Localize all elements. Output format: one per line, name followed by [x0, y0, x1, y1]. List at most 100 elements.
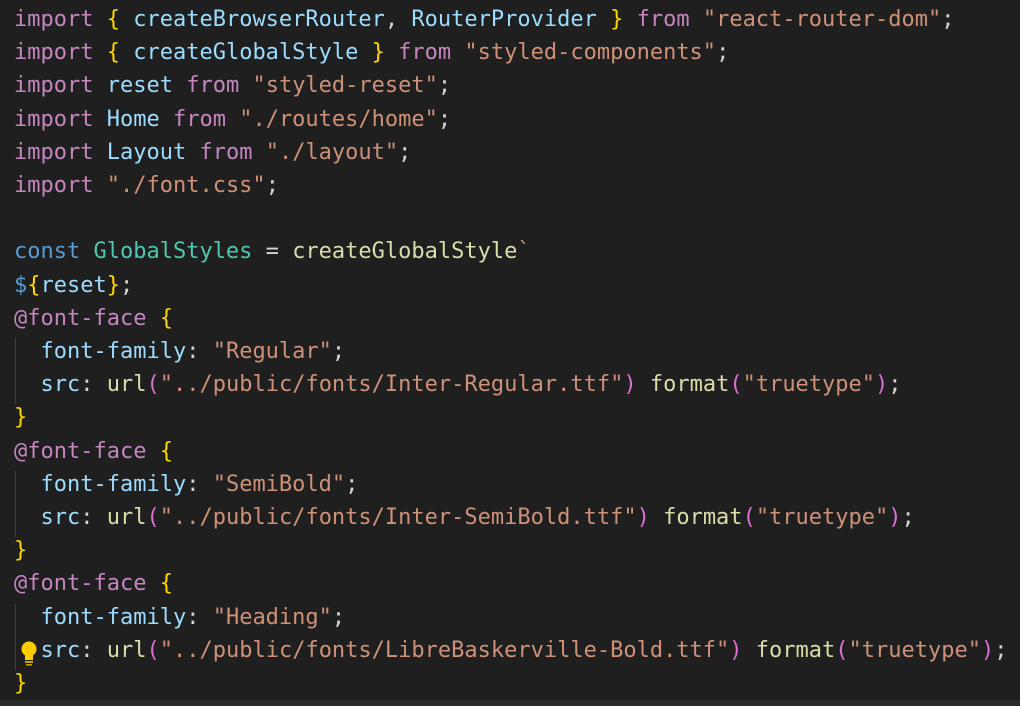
code-token: from: [199, 139, 253, 165]
code-token: reset: [40, 272, 107, 298]
code-line[interactable]: src: url("../public/fonts/LibreBaskervil…: [14, 634, 1008, 667]
code-token: "SemiBold": [212, 471, 346, 497]
horizontal-scrollbar[interactable]: [0, 700, 1020, 706]
code-token: import: [14, 106, 94, 132]
code-token: import: [14, 40, 94, 66]
code-line[interactable]: src: url("../public/fonts/Inter-Regular.…: [14, 368, 902, 401]
code-token: ;: [331, 604, 346, 630]
code-token: ): [875, 372, 889, 398]
code-token: }: [14, 405, 28, 431]
code-token: @font-face: [14, 305, 147, 331]
code-token: ): [729, 637, 743, 663]
code-token: (: [729, 372, 743, 398]
lightbulb-icon[interactable]: [17, 640, 41, 666]
code-token: (: [146, 637, 160, 663]
code-token: font-family: [40, 471, 187, 497]
code-token: format: [755, 637, 836, 663]
code-token: Layout: [106, 139, 187, 165]
code-token: ): [623, 372, 637, 398]
code-line[interactable]: @font-face {: [14, 567, 173, 600]
code-line[interactable]: }: [14, 667, 27, 700]
code-line[interactable]: src: url("../public/fonts/Inter-SemiBold…: [14, 501, 915, 534]
code-token: "truetype": [742, 372, 876, 398]
code-line[interactable]: import "./font.css";: [14, 169, 279, 202]
code-token: ): [888, 505, 902, 530]
code-token: import: [14, 73, 94, 99]
code-line[interactable]: const GlobalStyles = createGlobalStyle`: [14, 235, 531, 268]
code-token: }: [14, 671, 28, 696]
code-line[interactable]: import { createBrowserRouter, RouterProv…: [14, 3, 955, 36]
code-line[interactable]: }: [14, 401, 27, 434]
code-line[interactable]: ${reset};: [14, 269, 133, 302]
code-token: {: [159, 438, 173, 464]
code-token: url: [106, 637, 147, 663]
code-token: "./font.css": [106, 173, 266, 198]
code-token: ): [636, 505, 650, 530]
code-editor[interactable]: import { createBrowserRouter, RouterProv…: [0, 0, 1020, 706]
code-token: createBrowserRouter: [133, 7, 385, 32]
code-token: "Heading": [212, 604, 332, 630]
code-token: ;: [398, 139, 412, 165]
code-token: $: [14, 272, 28, 298]
indent-guide: [15, 604, 16, 670]
code-token: :: [186, 471, 213, 497]
code-token: }: [610, 7, 624, 32]
code-line[interactable]: font-family: "Heading";: [14, 601, 346, 634]
code-token: (: [146, 505, 160, 530]
code-token: font-family: [40, 339, 187, 364]
code-token: @font-face: [14, 438, 147, 464]
code-token: format: [649, 372, 730, 398]
code-line[interactable]: import reset from "styled-reset";: [14, 69, 451, 102]
code-token: `: [517, 239, 531, 265]
code-line[interactable]: @font-face {: [14, 302, 173, 335]
code-token: import: [14, 173, 94, 198]
code-token: ;: [941, 7, 955, 32]
code-token: const: [14, 239, 81, 265]
code-token: createGlobalStyle: [292, 239, 518, 265]
code-line[interactable]: font-family: "Regular";: [14, 335, 346, 368]
code-token: "truetype": [848, 637, 981, 663]
code-token: ,: [384, 7, 412, 32]
code-token: {: [159, 305, 173, 331]
code-line[interactable]: @font-face {: [14, 435, 173, 468]
code-token: }: [371, 40, 385, 66]
indent-guide: [15, 471, 16, 537]
code-line[interactable]: import Layout from "./layout";: [14, 136, 411, 169]
code-token: }: [14, 538, 28, 564]
code-token: (: [146, 372, 160, 398]
code-token: RouterProvider: [411, 7, 597, 32]
code-token: "styled-reset": [252, 73, 438, 99]
code-line[interactable]: }: [14, 534, 27, 567]
code-line[interactable]: import { createGlobalStyle } from "style…: [14, 36, 729, 69]
code-token: (: [742, 505, 756, 530]
code-line[interactable]: import Home from "./routes/home";: [14, 103, 451, 136]
code-token: :: [186, 339, 213, 364]
code-token: GlobalStyles: [93, 239, 253, 265]
code-token: =: [252, 239, 293, 265]
code-token: src: [40, 637, 81, 663]
code-token: createGlobalStyle: [133, 40, 359, 66]
code-token: {: [27, 272, 41, 298]
code-token: font-family: [40, 604, 187, 630]
code-token: "truetype": [755, 505, 889, 530]
code-line[interactable]: font-family: "SemiBold";: [14, 468, 359, 501]
